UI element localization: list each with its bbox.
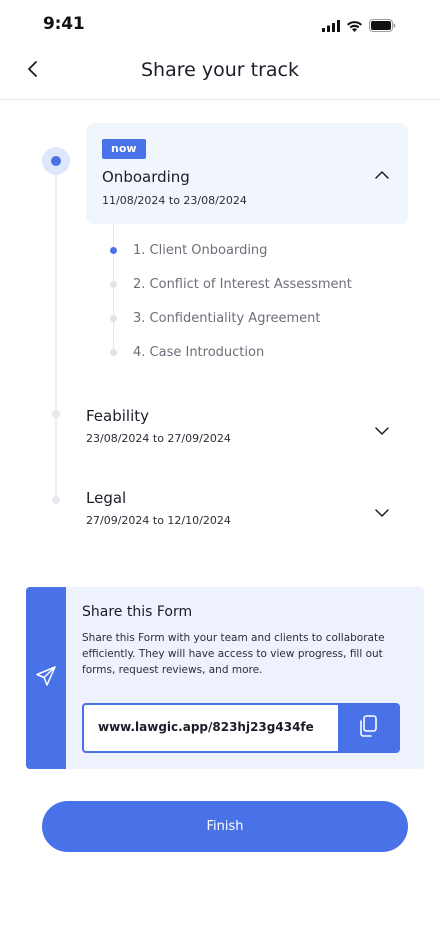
substep-dot xyxy=(110,348,117,356)
stage-marker xyxy=(52,410,60,418)
stage-dates: 23/08/2024 to 27/09/2024 xyxy=(86,432,231,445)
stage-title: Feability xyxy=(86,407,150,425)
copy-link-button[interactable] xyxy=(338,705,398,751)
substep-label: 3. Confidentiality Agreement xyxy=(133,310,321,326)
stage-dates: 27/09/2024 to 12/10/2024 xyxy=(86,514,231,527)
stage-marker xyxy=(52,496,60,504)
chevron-down-icon[interactable] xyxy=(374,421,390,440)
substep-dot xyxy=(110,280,117,288)
share-description: Share this Form with your team and clien… xyxy=(82,632,385,676)
chevron-up-icon[interactable] xyxy=(374,165,390,184)
share-link-field[interactable]: www.lawgic.app/823hj23g434fe xyxy=(82,703,400,753)
share-title: Share this Form xyxy=(82,604,193,620)
substep-label: 1. Client Onboarding xyxy=(133,242,268,258)
share-rail xyxy=(26,587,66,769)
share-link-text[interactable]: www.lawgic.app/823hj23g434fe xyxy=(98,720,314,734)
nav-bar: Share your track xyxy=(0,44,440,100)
stage-card-onboarding[interactable]: now Onboarding 11/08/2024 to 23/08/2024 xyxy=(86,123,408,224)
stage-marker-dot xyxy=(51,156,61,166)
substep-label: 2. Conflict of Interest Assessment xyxy=(133,276,352,292)
stage-card-feability[interactable]: Feability 23/08/2024 to 27/09/2024 xyxy=(86,407,408,451)
stage-title: Legal xyxy=(86,489,127,507)
status-icons xyxy=(322,17,396,36)
substep-dot xyxy=(110,314,117,322)
wifi-icon xyxy=(346,17,363,36)
substep-label: 4. Case Introduction xyxy=(133,344,265,360)
copy-icon xyxy=(357,714,379,742)
stage-marker-active xyxy=(42,147,70,175)
substep-item[interactable]: 3. Confidentiality Agreement xyxy=(110,308,321,328)
now-badge: now xyxy=(102,139,146,159)
stage-dates: 11/08/2024 to 23/08/2024 xyxy=(102,194,247,207)
status-bar: 9:41 xyxy=(0,0,440,50)
substep-item[interactable]: 4. Case Introduction xyxy=(110,342,264,362)
stage-title: Onboarding xyxy=(102,168,190,186)
share-form-card: Share this Form Share this Form with you… xyxy=(26,587,424,769)
timeline-line xyxy=(55,160,57,505)
page-title: Share your track xyxy=(141,59,299,81)
finish-button[interactable]: Finish xyxy=(42,801,408,852)
substep-item[interactable]: 1. Client Onboarding xyxy=(110,240,267,260)
substep-item[interactable]: 2. Conflict of Interest Assessment xyxy=(110,274,352,294)
send-icon xyxy=(35,665,57,691)
chevron-down-icon[interactable] xyxy=(374,503,390,522)
signal-icon xyxy=(322,17,340,36)
status-time: 9:41 xyxy=(43,14,85,34)
stage-card-legal[interactable]: Legal 27/09/2024 to 12/10/2024 xyxy=(86,489,408,533)
substep-dot-current xyxy=(110,246,117,254)
battery-icon xyxy=(369,17,396,36)
